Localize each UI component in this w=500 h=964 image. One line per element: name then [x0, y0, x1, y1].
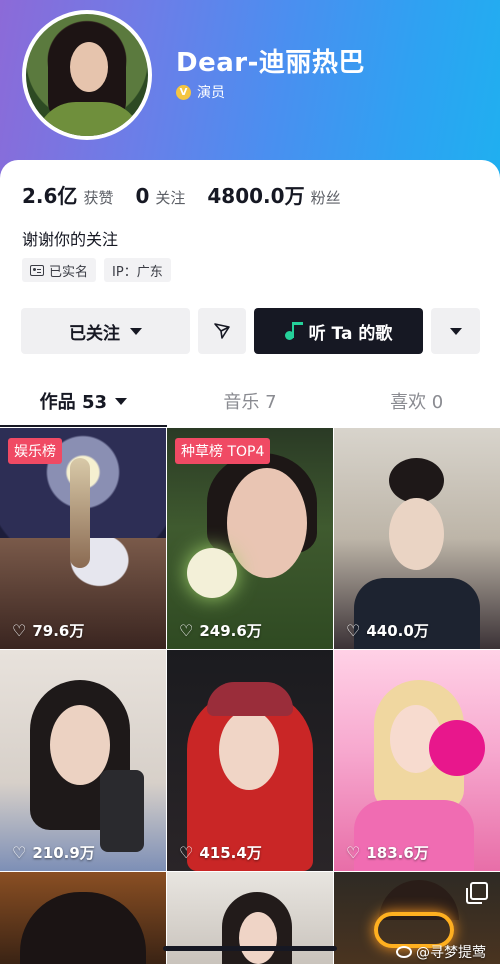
share-button[interactable] — [198, 308, 246, 354]
thumb-art — [187, 548, 237, 598]
verify-row: V 演员 — [176, 82, 225, 102]
video-grid: 娱乐榜 ♡ 79.6万 种草榜 TOP4 ♡ 249.6万 ♡ 440.0万 ♡ 210… — [0, 428, 500, 964]
likes-label: 获赞 — [83, 189, 114, 207]
tab-music-label: 音乐 7 — [223, 392, 277, 413]
home-indicator[interactable] — [163, 946, 337, 951]
caret-down-icon — [115, 397, 127, 405]
tab-liked[interactable]: 喜欢 0 — [333, 375, 500, 427]
video-likes: ♡ 79.6万 — [12, 620, 84, 641]
following-label: 关注 — [155, 189, 186, 207]
avatar[interactable] — [22, 10, 152, 140]
video-thumbnail[interactable]: 种草榜 TOP4 ♡ 249.6万 — [167, 428, 333, 649]
id-card-icon — [30, 264, 44, 276]
heart-icon: ♡ — [12, 843, 27, 862]
thumb-art — [389, 458, 444, 503]
thumb-art — [429, 720, 485, 776]
thumb-art — [389, 498, 444, 570]
more-button[interactable] — [431, 308, 480, 354]
heart-icon: ♡ — [179, 621, 194, 640]
tab-music[interactable]: 音乐 7 — [167, 375, 334, 427]
video-thumbnail[interactable]: ♡ 415.4万 — [167, 650, 333, 871]
verified-icon: V — [176, 84, 191, 100]
watermark-text: @寻梦提莺 — [416, 945, 486, 961]
thumb-art — [219, 710, 279, 790]
followers-label: 粉丝 — [310, 189, 341, 207]
listen-song-label: 听 Ta 的歌 — [308, 323, 393, 344]
tab-liked-label: 喜欢 0 — [390, 392, 444, 413]
music-note-icon — [284, 322, 303, 340]
multi-image-icon — [466, 882, 488, 904]
thumb-art — [207, 682, 293, 716]
listen-song-button[interactable]: 听 Ta 的歌 — [254, 308, 423, 354]
profile-name: Dear-迪丽热巴 — [176, 48, 365, 78]
ranking-badge: 种草榜 TOP4 — [175, 438, 271, 464]
stat-likes: 2.6亿 获赞 — [22, 180, 113, 209]
ip-tag: IP：广东 — [104, 258, 171, 282]
video-likes: ♡ 415.4万 — [179, 842, 262, 863]
likes-count: 210.9万 — [32, 844, 95, 862]
ip-label: IP：广东 — [112, 264, 163, 280]
paper-plane-icon — [214, 323, 230, 339]
avatar-face — [70, 42, 108, 92]
followed-label: 已关注 — [69, 323, 120, 344]
thumb-art — [227, 468, 307, 578]
realname-tag: 已实名 — [22, 258, 97, 282]
weibo-icon — [396, 946, 412, 958]
caret-down-icon — [130, 327, 142, 335]
heart-icon: ♡ — [346, 621, 361, 640]
thumb-art — [239, 912, 277, 964]
tab-works[interactable]: 作品 53 — [0, 375, 167, 427]
likes-count: 79.6万 — [32, 622, 85, 640]
video-thumbnail[interactable]: ♡ 183.6万 — [334, 650, 500, 871]
content-tabs: 作品 53 音乐 7 喜欢 0 — [0, 375, 500, 427]
video-likes: ♡ 210.9万 — [12, 842, 95, 863]
caret-down-icon — [449, 327, 462, 335]
verify-label: 演员 — [197, 85, 225, 101]
stats-row: 2.6亿 获赞 0 关注 4800.0万 粉丝 — [22, 180, 363, 209]
watermark: @寻梦提莺 — [396, 942, 486, 962]
likes-count: 249.6万 — [199, 622, 262, 640]
profile-tags: 已实名 IP：广东 — [22, 258, 171, 282]
following-count: 0 — [135, 184, 150, 208]
likes-count: 415.4万 — [199, 844, 262, 862]
video-thumbnail[interactable]: ♡ 210.9万 — [0, 650, 166, 871]
action-bar: 已关注 听 Ta 的歌 — [21, 308, 480, 354]
thumb-art — [100, 770, 144, 852]
followers-count: 4800.0万 — [207, 184, 305, 208]
video-thumbnail[interactable] — [0, 872, 166, 964]
video-likes: ♡ 440.0万 — [346, 620, 429, 641]
bio-text: 谢谢你的关注 — [22, 230, 119, 249]
heart-icon: ♡ — [179, 843, 194, 862]
likes-count: 2.6亿 — [22, 184, 78, 208]
thumb-art — [70, 458, 90, 568]
ranking-badge: 娱乐榜 — [8, 438, 62, 464]
heart-icon: ♡ — [12, 621, 27, 640]
likes-count: 183.6万 — [366, 844, 429, 862]
realname-label: 已实名 — [49, 264, 89, 280]
thumb-art — [20, 892, 146, 964]
followed-button[interactable]: 已关注 — [21, 308, 190, 354]
likes-count: 440.0万 — [366, 622, 429, 640]
stat-followers[interactable]: 4800.0万 粉丝 — [207, 180, 340, 209]
video-thumbnail[interactable]: ♡ 440.0万 — [334, 428, 500, 649]
video-thumbnail[interactable]: 娱乐榜 ♡ 79.6万 — [0, 428, 166, 649]
video-likes: ♡ 249.6万 — [179, 620, 262, 641]
tab-works-label: 作品 53 — [39, 392, 107, 413]
video-likes: ♡ 183.6万 — [346, 842, 429, 863]
heart-icon: ♡ — [346, 843, 361, 862]
stat-following[interactable]: 0 关注 — [135, 184, 185, 208]
